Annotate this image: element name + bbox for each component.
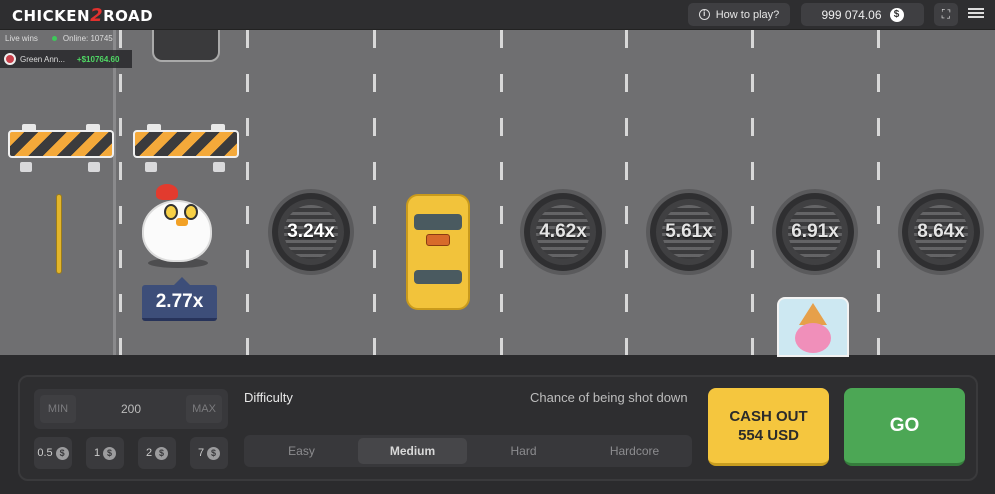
taxi-sign-icon	[426, 234, 450, 246]
winner-name: Green Ann...	[20, 54, 65, 64]
chip-button[interactable]: 2 $	[138, 437, 176, 469]
lane-manhole[interactable]: 5.61x	[646, 189, 732, 275]
chicken-player	[138, 182, 218, 268]
control-panel: MIN 200 MAX 0.5 $ 1 $ 2 $ 7 $ Difficulty Cha…	[18, 375, 978, 481]
go-button[interactable]: GO	[844, 388, 965, 466]
info-icon: i	[698, 9, 710, 20]
dollar-coin-icon: $	[55, 446, 69, 460]
live-win-entry: Green Ann... +$10764.60	[0, 50, 132, 68]
lane-divider	[625, 30, 628, 355]
cash-out-amount: 554 USD	[738, 426, 799, 444]
lane-multiplier: 5.61x	[665, 221, 713, 242]
online-dot-icon	[51, 36, 57, 41]
how-to-play-button[interactable]: i How to play?	[688, 3, 790, 26]
tab-medium[interactable]: Medium	[358, 438, 467, 464]
min-button[interactable]: MIN	[40, 395, 76, 423]
tab-easy[interactable]: Easy	[247, 438, 356, 464]
bet-amount-input[interactable]: 200	[121, 402, 141, 416]
sidewalk-edge	[113, 30, 116, 355]
lane-manhole[interactable]: 3.24x	[268, 189, 354, 275]
ice-cream-truck	[777, 297, 849, 357]
road-barrier	[8, 122, 114, 172]
lane-divider	[246, 30, 249, 355]
lane-multiplier: 3.24x	[287, 221, 335, 242]
lane-manhole[interactable]: 6.91x	[772, 189, 858, 275]
lane-divider	[751, 30, 754, 355]
lane-divider	[500, 30, 503, 355]
hamburger-icon	[968, 8, 984, 10]
lane-multiplier: 8.64x	[917, 221, 965, 242]
cash-out-button[interactable]: CASH OUT 554 USD	[708, 388, 829, 466]
lane-multiplier: 4.62x	[539, 221, 587, 242]
live-wins-title: Live wins	[5, 34, 38, 43]
chip-button[interactable]: 0.5 $	[34, 437, 72, 469]
lane-divider	[119, 30, 122, 355]
live-wins-panel: Live wins Online: 10745 Green Ann... +$1…	[0, 30, 132, 70]
winner-amount: +$10764.60	[76, 54, 120, 64]
lane-divider	[373, 30, 376, 355]
difficulty-selector: Easy Medium Hard Hardcore	[244, 435, 692, 467]
difficulty-label: Difficulty	[244, 390, 293, 405]
balance-display: 999 074.06 $	[801, 3, 924, 26]
taxi-car	[406, 194, 470, 310]
road-barrier	[133, 122, 239, 172]
chip-button[interactable]: 7 $	[190, 437, 228, 469]
online-count: Online: 10745	[62, 34, 113, 43]
dollar-coin-icon: $	[155, 446, 169, 460]
lane-manhole[interactable]: 4.62x	[520, 189, 606, 275]
ice-cream-icon	[799, 303, 827, 325]
car-top	[152, 30, 220, 62]
game-logo: CHICKEN2ROAD	[12, 5, 154, 26]
top-bar: CHICKEN2ROAD i How to play? 999 074.06 $…	[0, 0, 995, 30]
fullscreen-icon: ⛶	[941, 7, 951, 21]
tab-hardcore[interactable]: Hardcore	[580, 438, 689, 464]
avatar	[4, 53, 16, 65]
lane-multiplier: 6.91x	[791, 221, 839, 242]
dollar-coin-icon: $	[207, 446, 221, 460]
dollar-coin-icon: $	[889, 7, 904, 22]
fullscreen-button[interactable]: ⛶	[934, 3, 958, 26]
quick-bet-chips: 0.5 $ 1 $ 2 $ 7 $	[34, 437, 228, 469]
max-button[interactable]: MAX	[186, 395, 222, 423]
menu-button[interactable]	[968, 6, 984, 22]
lane-manhole[interactable]: 8.64x	[898, 189, 984, 275]
chip-button[interactable]: 1 $	[86, 437, 124, 469]
dollar-coin-icon: $	[103, 446, 117, 460]
lane-divider	[877, 30, 880, 355]
road-coin-icon	[56, 194, 62, 274]
how-to-play-label: How to play?	[715, 8, 780, 21]
balance-value: 999 074.06	[821, 7, 882, 22]
current-multiplier-badge: 2.77x	[142, 277, 217, 321]
tab-hard[interactable]: Hard	[469, 438, 578, 464]
bet-amount-control: MIN 200 MAX	[34, 389, 228, 429]
chance-label: Chance of being shot down	[530, 390, 688, 405]
